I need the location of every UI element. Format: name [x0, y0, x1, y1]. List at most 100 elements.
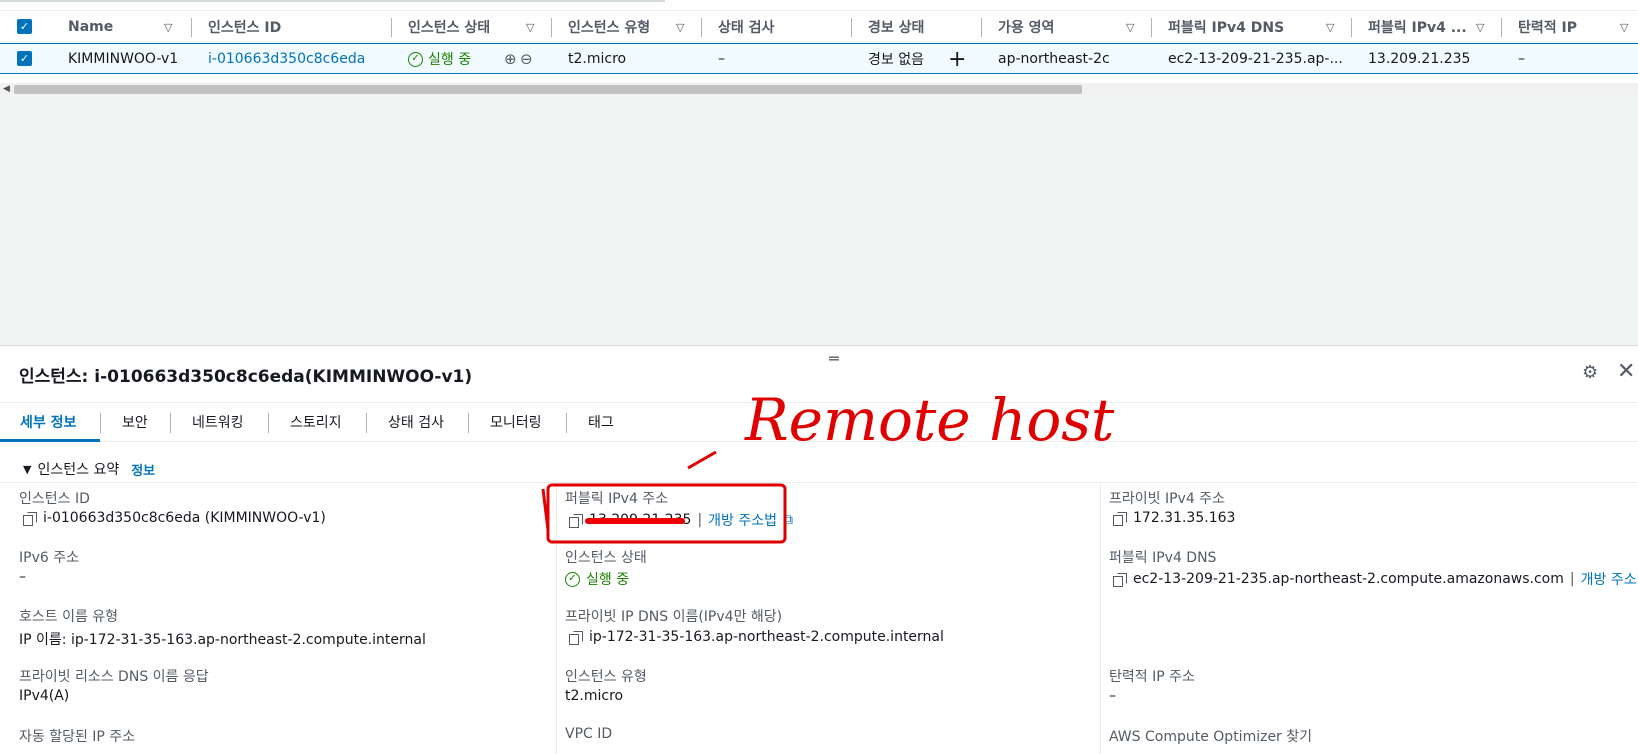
private-ip-dns-label: 프라이빗 IP DNS 이름(IPv4만 해당): [565, 609, 783, 625]
sort-icon[interactable]: ▽: [164, 11, 172, 43]
select-all-checkbox[interactable]: ✓: [17, 19, 32, 34]
cell-public-dns: ec2-13-209-21-235.ap-...: [1168, 51, 1343, 67]
section-divider: [0, 482, 1638, 483]
zoom-out-icon[interactable]: ⊖: [520, 44, 533, 74]
table-row[interactable]: ✓ KIMMINWOO-v1 i-010663d350c8c6eda ✓ 실행 …: [0, 43, 1638, 74]
row-checkbox[interactable]: ✓: [17, 51, 32, 66]
cell-type: t2.micro: [568, 51, 627, 67]
check-circle-icon: ✓: [408, 51, 423, 67]
copy-icon[interactable]: [569, 630, 583, 645]
top-divider: [0, 0, 665, 2]
column-divider[interactable]: [1501, 18, 1502, 37]
column-divider[interactable]: [701, 18, 702, 37]
cell-alarm: 경보 없음: [868, 52, 924, 68]
column-divider[interactable]: [1151, 18, 1152, 37]
col-header-availability-zone[interactable]: 가용 영역: [998, 11, 1054, 43]
cell-name: KIMMINWOO-v1: [68, 51, 179, 67]
cell-state: ✓ 실행 중: [408, 44, 471, 74]
compute-optimizer-label: AWS Compute Optimizer 찾기: [1109, 729, 1313, 745]
cell-public-ip: 13.209.21.235: [1368, 51, 1471, 67]
private-ipv4-value: 172.31.35.163: [1113, 510, 1235, 526]
col-header-alarm-status[interactable]: 경보 상태: [868, 11, 924, 43]
instance-id-label: 인스턴스 ID: [19, 491, 90, 507]
filter-icon[interactable]: ▽: [676, 11, 684, 43]
tab-networking[interactable]: 네트워킹: [192, 403, 244, 441]
column-divider[interactable]: [551, 18, 552, 37]
section-header[interactable]: ▼ 인스턴스 요약 정보: [23, 459, 155, 479]
col-header-instance-id[interactable]: 인스턴스 ID: [208, 11, 281, 43]
public-dns-label: 퍼블릭 IPv4 DNS: [1109, 550, 1217, 566]
scroll-left-icon[interactable]: ◀: [3, 84, 10, 94]
horizontal-scrollbar[interactable]: ◀: [0, 83, 1638, 95]
add-alarm-icon[interactable]: +: [948, 44, 966, 74]
cell-az: ap-northeast-2c: [998, 51, 1110, 67]
copy-icon[interactable]: [1113, 511, 1127, 526]
tab-bar: 세부 정보 보안 네트워킹 스토리지 상태 검사 모니터링 태그: [0, 402, 1638, 442]
open-address-link[interactable]: 개방 주소법: [708, 510, 777, 530]
filter-icon[interactable]: ▽: [1620, 11, 1628, 43]
filter-icon[interactable]: ▽: [526, 11, 534, 43]
col-header-elastic-ip[interactable]: 탄력적 IP: [1518, 11, 1577, 43]
tab-status-check[interactable]: 상태 검사: [388, 403, 444, 441]
tab-divider: [366, 413, 367, 433]
private-ip-dns-value: ip-172-31-35-163.ap-northeast-2.compute.…: [569, 629, 944, 645]
copy-icon[interactable]: [1113, 572, 1127, 587]
close-icon[interactable]: ✕: [1617, 359, 1635, 384]
col-header-public-ipv4[interactable]: 퍼블릭 IPv4 ...: [1368, 11, 1467, 43]
filter-icon[interactable]: ▽: [1326, 11, 1334, 43]
open-address-link[interactable]: 개방 주소법: [1581, 569, 1638, 589]
tab-tags[interactable]: 태그: [588, 403, 614, 441]
column-divider[interactable]: [981, 18, 982, 37]
tab-divider: [100, 413, 101, 433]
public-ipv4-value: 13.209.21.235 | 개방 주소법 ⧉: [569, 510, 793, 530]
hostname-type-value: IP 이름: ip-172-31-35-163.ap-northeast-2.c…: [19, 632, 426, 648]
info-link[interactable]: 정보: [131, 460, 155, 479]
instance-state-value: ✓ 실행 중: [565, 569, 629, 589]
external-link-icon[interactable]: ⧉: [783, 512, 793, 528]
private-dns-response-value: IPv4(A): [19, 688, 70, 704]
cell-status-check: –: [718, 51, 725, 67]
cell-elastic-ip: –: [1518, 51, 1525, 67]
tab-monitoring[interactable]: 모니터링: [490, 403, 542, 441]
tab-divider: [170, 413, 171, 433]
column-divider: [556, 483, 557, 754]
tab-details[interactable]: 세부 정보: [20, 403, 76, 441]
column-divider[interactable]: [851, 18, 852, 37]
check-circle-icon: ✓: [565, 571, 580, 587]
scroll-thumb[interactable]: [14, 85, 1082, 94]
resize-handle-icon[interactable]: ═: [829, 349, 839, 368]
copy-icon[interactable]: [23, 511, 37, 526]
panel-title: 인스턴스: i-010663d350c8c6eda(KIMMINWOO-v1): [19, 367, 473, 387]
instance-id-value: i-010663d350c8c6eda (KIMMINWOO-v1): [23, 510, 326, 526]
instance-type-label: 인스턴스 유형: [565, 669, 647, 685]
instances-table: ✓ Name ▽ 인스턴스 ID 인스턴스 상태 ▽ 인스턴스 유형 ▽ 상태 …: [0, 10, 1638, 74]
col-header-instance-state[interactable]: 인스턴스 상태: [408, 11, 490, 43]
col-header-status-check[interactable]: 상태 검사: [718, 11, 774, 43]
vpc-id-label: VPC ID: [565, 726, 613, 742]
caret-down-icon[interactable]: ▼: [23, 463, 31, 476]
filter-icon[interactable]: ▽: [1126, 11, 1134, 43]
zoom-in-icon[interactable]: ⊕: [504, 44, 517, 74]
redaction-scribble: [585, 518, 685, 524]
ipv6-value: –: [19, 569, 26, 585]
tab-storage[interactable]: 스토리지: [290, 403, 342, 441]
column-divider[interactable]: [391, 18, 392, 37]
col-header-instance-type[interactable]: 인스턴스 유형: [568, 11, 650, 43]
tab-security[interactable]: 보안: [122, 403, 148, 441]
column-divider[interactable]: [1351, 18, 1352, 37]
instance-state-label: 인스턴스 상태: [565, 550, 647, 566]
auto-ip-label: 자동 할당된 IP 주소: [19, 729, 136, 745]
private-ipv4-label: 프라이빗 IPv4 주소: [1109, 491, 1225, 507]
elastic-ip-value: –: [1109, 688, 1116, 704]
details-panel: ═ 인스턴스: i-010663d350c8c6eda(KIMMINWOO-v1…: [0, 345, 1638, 754]
empty-area: [0, 95, 1638, 345]
filter-icon[interactable]: ▽: [1476, 11, 1484, 43]
copy-icon[interactable]: [569, 513, 583, 528]
gear-icon[interactable]: ⚙: [1582, 362, 1598, 383]
tab-divider: [268, 413, 269, 433]
instance-id-link[interactable]: i-010663d350c8c6eda: [208, 44, 365, 74]
col-header-public-dns[interactable]: 퍼블릭 IPv4 DNS: [1168, 11, 1284, 43]
column-divider[interactable]: [191, 18, 192, 37]
col-header-name[interactable]: Name: [68, 11, 113, 43]
elastic-ip-label: 탄력적 IP 주소: [1109, 669, 1195, 685]
